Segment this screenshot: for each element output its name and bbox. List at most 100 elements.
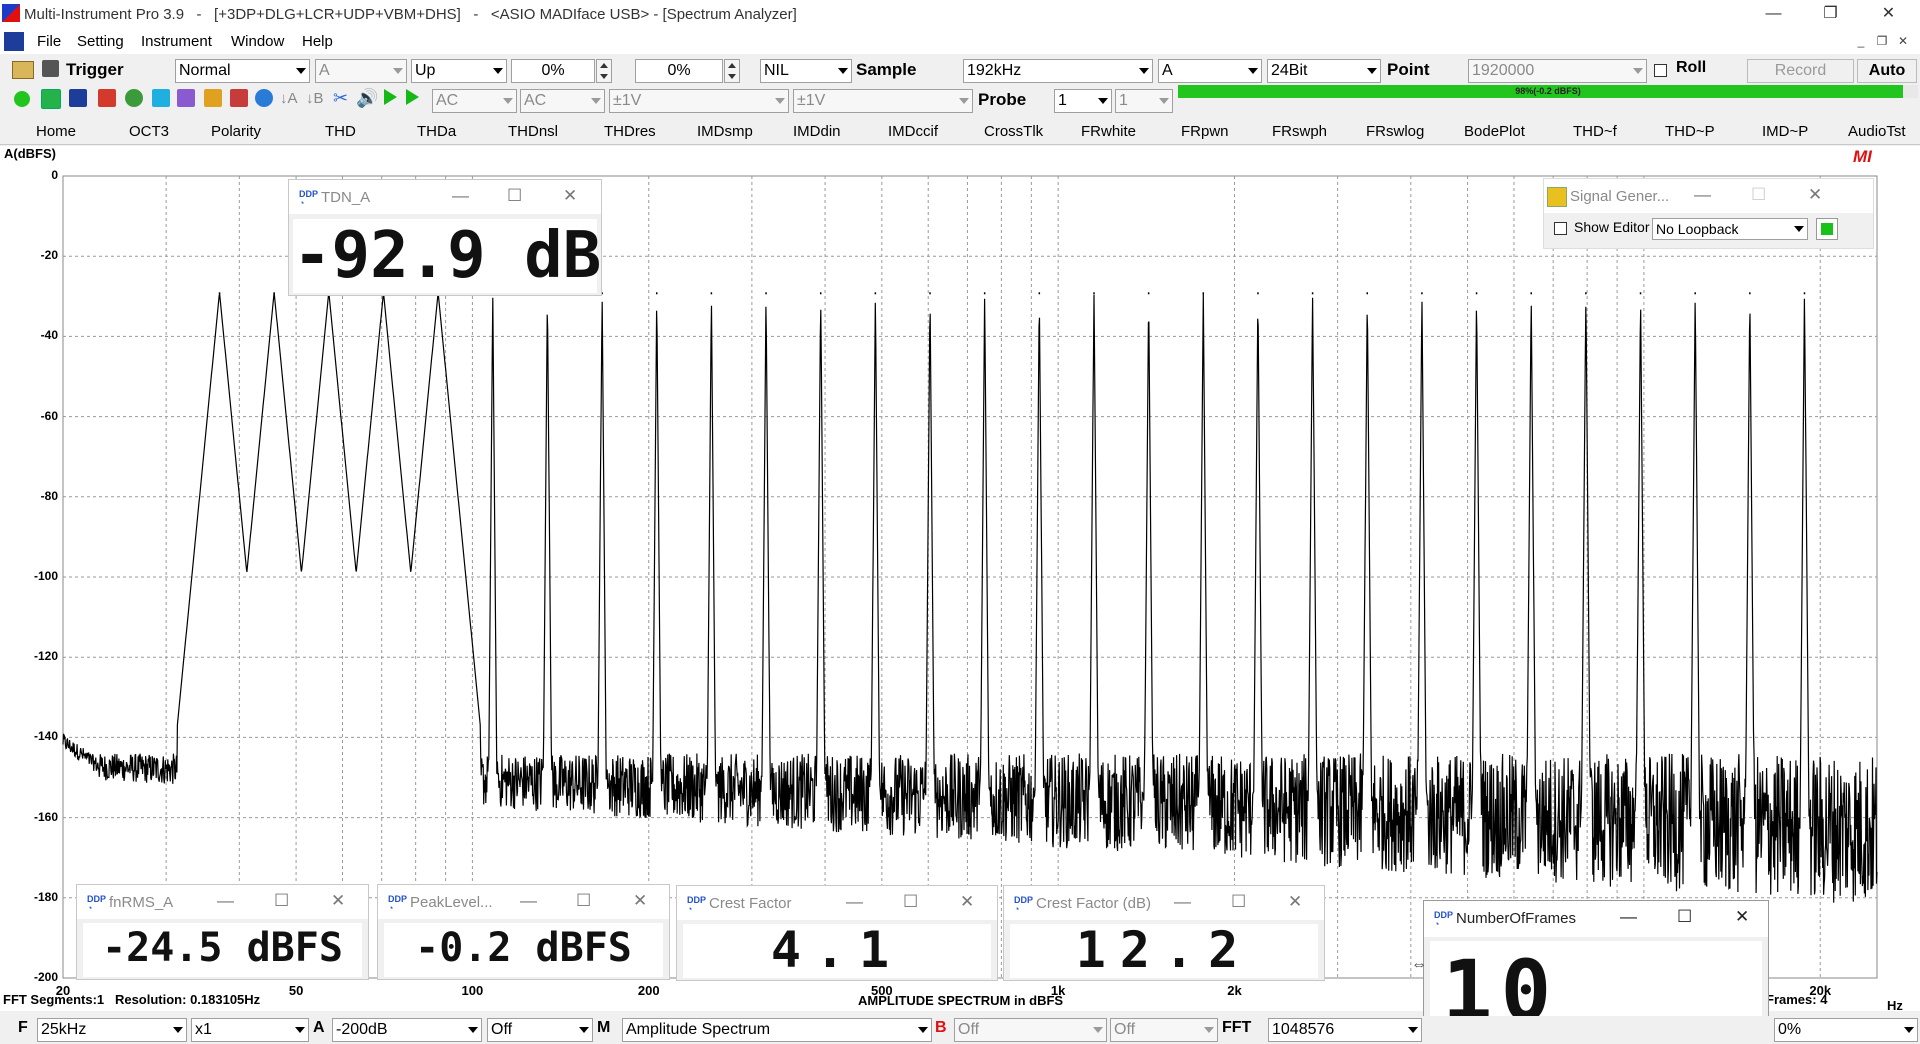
coupling-b-select[interactable]: AC [520, 89, 605, 113]
mdi-restore-button[interactable]: ❐ [1873, 32, 1891, 50]
menu-file[interactable]: File [37, 33, 61, 50]
panel-maximize-button[interactable]: ☐ [1231, 892, 1246, 912]
tab-frpwn[interactable]: FRpwn [1181, 123, 1229, 140]
oscilloscope-icon[interactable] [41, 89, 61, 109]
b-mode-select[interactable]: Off [954, 1018, 1107, 1042]
range-a-select[interactable]: ±1V [609, 89, 789, 113]
panel-minimize-button[interactable]: — [452, 186, 469, 206]
tab-frwhite[interactable]: FRwhite [1081, 123, 1136, 140]
panel-maximize-button[interactable]: ☐ [274, 891, 289, 911]
sample-channel-select[interactable]: A [1158, 59, 1262, 83]
dmc-icon[interactable] [230, 89, 248, 107]
spectrum-analyzer-icon[interactable] [69, 89, 87, 107]
close-button[interactable]: ✕ [1860, 0, 1917, 30]
menu-instrument[interactable]: Instrument [141, 33, 212, 50]
tab-imdccif[interactable]: IMDccif [888, 123, 938, 140]
tab-thd[interactable]: THD [325, 123, 356, 140]
fnrms-panel[interactable]: DDP ◔ fnRMS_A — ☐ ✕ -24.5 dBFS [76, 884, 369, 980]
play-icon[interactable] [384, 89, 397, 105]
open-folder-icon[interactable] [12, 61, 34, 79]
menu-setting[interactable]: Setting [77, 33, 124, 50]
panel-maximize-button[interactable]: ☐ [903, 892, 918, 912]
panel-close-button[interactable]: ✕ [960, 892, 974, 912]
multimeter-icon[interactable] [125, 89, 143, 107]
peak-level-panel[interactable]: DDP ◔ PeakLevel... — ☐ ✕ -0.2 dBFS [377, 884, 670, 980]
loopback-select[interactable]: No Loopback [1652, 218, 1808, 240]
channel-a-icon[interactable]: ↓A [280, 90, 298, 107]
show-editor-checkbox[interactable] [1554, 222, 1567, 235]
tab-thdres[interactable]: THDres [604, 123, 656, 140]
panel-minimize-button[interactable]: — [1694, 185, 1711, 205]
trigger-level-input[interactable]: 0% [511, 59, 595, 83]
tab-audiotst[interactable]: AudioTst [1848, 123, 1906, 140]
tdn-panel[interactable]: DDP ◔ TDN_A — ☐ ✕ -92.9 dB [288, 179, 602, 296]
record-button[interactable]: Record [1747, 59, 1854, 83]
panel-minimize-button[interactable]: — [1174, 892, 1191, 912]
panel-minimize-button[interactable]: — [520, 891, 537, 911]
tab-imddin[interactable]: IMDdin [793, 123, 841, 140]
generator-toggle-button[interactable] [1816, 218, 1838, 240]
tab-frswlog[interactable]: FRswlog [1366, 123, 1424, 140]
bit-depth-select[interactable]: 24Bit [1267, 59, 1381, 83]
tools-icon[interactable]: ✂ [333, 88, 348, 109]
tab-oct3[interactable]: OCT3 [129, 123, 169, 140]
run-indicator-icon[interactable] [14, 91, 30, 107]
menu-help[interactable]: Help [302, 33, 333, 50]
a-weighting-select[interactable]: Off [487, 1018, 593, 1042]
speaker-icon[interactable]: 🔊 [356, 88, 378, 109]
mdi-close-button[interactable]: ✕ [1894, 32, 1912, 50]
trigger-delay-spinner[interactable] [724, 59, 740, 83]
roll-checkbox[interactable] [1654, 64, 1667, 77]
points-select[interactable]: 1920000 [1468, 59, 1647, 83]
panel-close-button[interactable]: ✕ [1288, 892, 1302, 912]
b-weighting-select[interactable]: Off [1110, 1018, 1218, 1042]
panel-close-button[interactable]: ✕ [633, 891, 647, 911]
calibration-icon[interactable] [255, 89, 273, 107]
restore-button[interactable]: ❐ [1802, 0, 1859, 30]
amplitude-floor-select[interactable]: -200dB [332, 1018, 482, 1042]
minimize-button[interactable]: — [1745, 0, 1802, 30]
tab-thd-p[interactable]: THD~P [1665, 123, 1715, 140]
crest-factor-panel[interactable]: DDP ◔ Crest Factor — ☐ ✕ 4.1 [676, 885, 998, 981]
frequency-range-select[interactable]: 25kHz [37, 1018, 187, 1042]
range-b-select[interactable]: ±1V [793, 89, 973, 113]
tab-polarity[interactable]: Polarity [211, 123, 261, 140]
panel-close-button[interactable]: ✕ [331, 891, 345, 911]
display-mode-select[interactable]: Amplitude Spectrum [622, 1018, 932, 1042]
signal-generator-panel[interactable]: Signal Gener... — ☐ ✕ Show Editor No Loopb… [1543, 178, 1874, 249]
ddp-icon[interactable] [204, 89, 222, 107]
tab-crosstlk[interactable]: CrossTlk [984, 123, 1043, 140]
tab-imdsmp[interactable]: IMDsmp [697, 123, 753, 140]
channel-b-icon[interactable]: ↓B [306, 90, 324, 107]
sample-rate-select[interactable]: 192kHz [963, 59, 1153, 83]
overlap-select[interactable]: 0% [1774, 1018, 1918, 1042]
panel-minimize-button[interactable]: — [217, 891, 234, 911]
panel-minimize-button[interactable]: — [846, 892, 863, 912]
panel-close-button[interactable]: ✕ [1808, 185, 1822, 205]
tab-imd-p[interactable]: IMD~P [1762, 123, 1808, 140]
fft-size-select[interactable]: 1048576 [1268, 1018, 1422, 1042]
panel-maximize-button[interactable]: ☐ [507, 186, 522, 206]
mdi-minimize-button[interactable]: _ [1852, 32, 1870, 50]
tab-frswph[interactable]: FRswph [1272, 123, 1327, 140]
panel-close-button[interactable]: ✕ [1735, 907, 1749, 927]
save-icon[interactable] [42, 60, 59, 77]
probe-a-select[interactable]: 1 [1054, 89, 1112, 113]
trigger-channel-select[interactable]: A [315, 59, 407, 83]
play-once-icon[interactable] [406, 89, 419, 105]
tab-thd-f[interactable]: THD~f [1573, 123, 1617, 140]
zoom-select[interactable]: x1 [191, 1018, 309, 1042]
panel-maximize-button[interactable]: ☐ [576, 891, 591, 911]
tab-home[interactable]: Home [36, 123, 76, 140]
sweep-icon[interactable] [177, 89, 195, 107]
panel-close-button[interactable]: ✕ [563, 186, 577, 206]
crest-factor-db-panel[interactable]: DDP ◔ Crest Factor (dB) — ☐ ✕ 12.2 [1003, 885, 1325, 981]
auto-button[interactable]: Auto [1857, 59, 1917, 83]
coupling-a-select[interactable]: AC [432, 89, 517, 113]
panel-maximize-button[interactable]: ☐ [1677, 907, 1692, 927]
mdi-app-icon[interactable] [4, 32, 24, 51]
probe-b-select[interactable]: 1 [1115, 89, 1173, 113]
menu-window[interactable]: Window [231, 33, 284, 50]
panel-minimize-button[interactable]: — [1620, 907, 1637, 927]
spectroscope-icon[interactable] [98, 89, 116, 107]
